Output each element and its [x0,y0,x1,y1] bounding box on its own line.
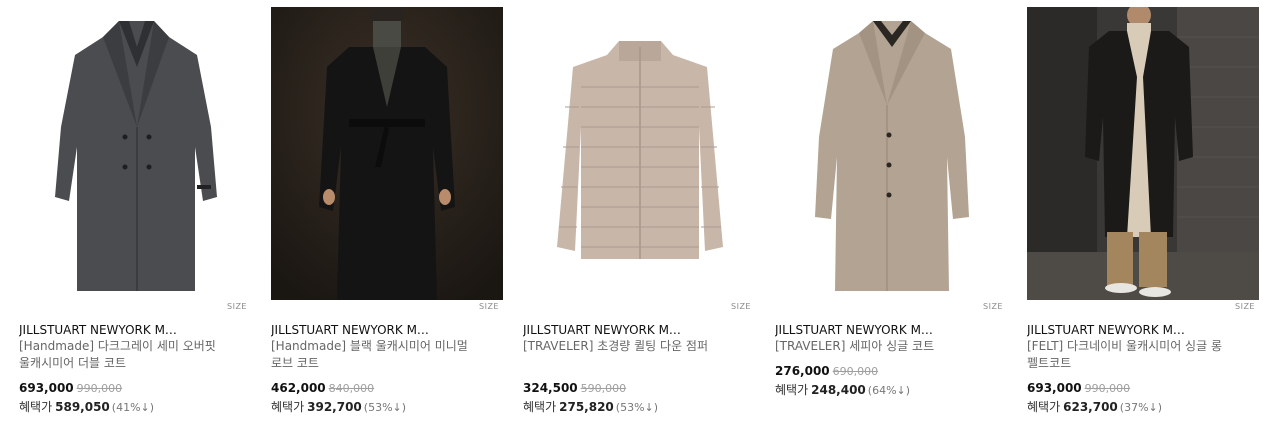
discount-rate: (64%↓) [867,384,911,397]
benefit-line: 혜택가 275,820 (53%↓) [523,398,658,415]
product-name[interactable]: [Handmade] 블랙 울캐시미어 미니멀 로브 코트 [271,338,471,372]
benefit-line: 혜택가 589,050 (41%↓) [19,398,154,415]
product-image[interactable] [19,7,251,300]
sale-price: 693,000 [1027,381,1082,395]
benefit-price: 275,820 [559,400,614,414]
benefit-price: 392,700 [307,400,362,414]
price-line: 324,500 590,000 [523,381,626,395]
brand-name[interactable]: JILLSTUART NEWYORK M… [775,323,1007,337]
product-name[interactable]: [TRAVELER] 초경량 퀼팅 다운 점퍼 [523,338,723,355]
size-tag[interactable]: SIZE [479,302,499,311]
benefit-line: 혜택가 248,400 (64%↓) [775,381,910,398]
price-line: 276,000 690,000 [775,364,878,378]
benefit-line: 혜택가 623,700 (37%↓) [1027,398,1162,415]
size-tag[interactable]: SIZE [227,302,247,311]
benefit-label: 혜택가 [271,400,305,414]
benefit-label: 혜택가 [523,400,557,414]
product-image[interactable] [775,7,1007,300]
product-card[interactable]: SIZE JILLSTUART NEWYORK M… [TRAVELER] 초경… [523,0,755,429]
price-line: 693,000 990,000 [1027,381,1130,395]
discount-rate: (53%↓) [363,401,407,414]
discount-rate: (53%↓) [615,401,659,414]
size-tag[interactable]: SIZE [1235,302,1255,311]
product-image[interactable] [271,7,503,300]
discount-rate: (41%↓) [111,401,155,414]
benefit-label: 혜택가 [19,400,53,414]
benefit-label: 혜택가 [775,383,809,397]
price-line: 462,000 840,000 [271,381,374,395]
product-card[interactable]: SIZE JILLSTUART NEWYORK M… [Handmade] 블랙… [271,0,503,429]
brand-name[interactable]: JILLSTUART NEWYORK M… [523,323,755,337]
benefit-price: 589,050 [55,400,110,414]
original-price: 690,000 [832,365,879,378]
product-grid-row: SIZE JILLSTUART NEWYORK M… [Handmade] 다크… [0,0,1267,429]
benefit-price: 248,400 [811,383,866,397]
product-image[interactable] [523,7,755,300]
product-name[interactable]: [TRAVELER] 세피아 싱글 코트 [775,338,975,355]
size-tag[interactable]: SIZE [731,302,751,311]
price-line: 693,000 990,000 [19,381,122,395]
product-card[interactable]: SIZE JILLSTUART NEWYORK M… [FELT] 다크네이비 … [1027,0,1259,429]
product-name[interactable]: [FELT] 다크네이비 울캐시미어 싱글 롱 펠트코트 [1027,338,1227,372]
discount-rate: (37%↓) [1119,401,1163,414]
sale-price: 462,000 [271,381,326,395]
sale-price: 693,000 [19,381,74,395]
product-name[interactable]: [Handmade] 다크그레이 세미 오버핏 울캐시미어 더블 코트 [19,338,219,372]
product-image[interactable] [1027,7,1259,300]
size-tag[interactable]: SIZE [983,302,1003,311]
benefit-label: 혜택가 [1027,400,1061,414]
sale-price: 324,500 [523,381,578,395]
product-card[interactable]: SIZE JILLSTUART NEWYORK M… [Handmade] 다크… [19,0,251,429]
brand-name[interactable]: JILLSTUART NEWYORK M… [271,323,503,337]
brand-name[interactable]: JILLSTUART NEWYORK M… [19,323,251,337]
sale-price: 276,000 [775,364,830,378]
original-price: 990,000 [1084,382,1131,395]
original-price: 590,000 [580,382,627,395]
original-price: 990,000 [76,382,123,395]
benefit-line: 혜택가 392,700 (53%↓) [271,398,406,415]
benefit-price: 623,700 [1063,400,1118,414]
brand-name[interactable]: JILLSTUART NEWYORK M… [1027,323,1259,337]
original-price: 840,000 [328,382,375,395]
product-card[interactable]: SIZE JILLSTUART NEWYORK M… [TRAVELER] 세피… [775,0,1007,429]
